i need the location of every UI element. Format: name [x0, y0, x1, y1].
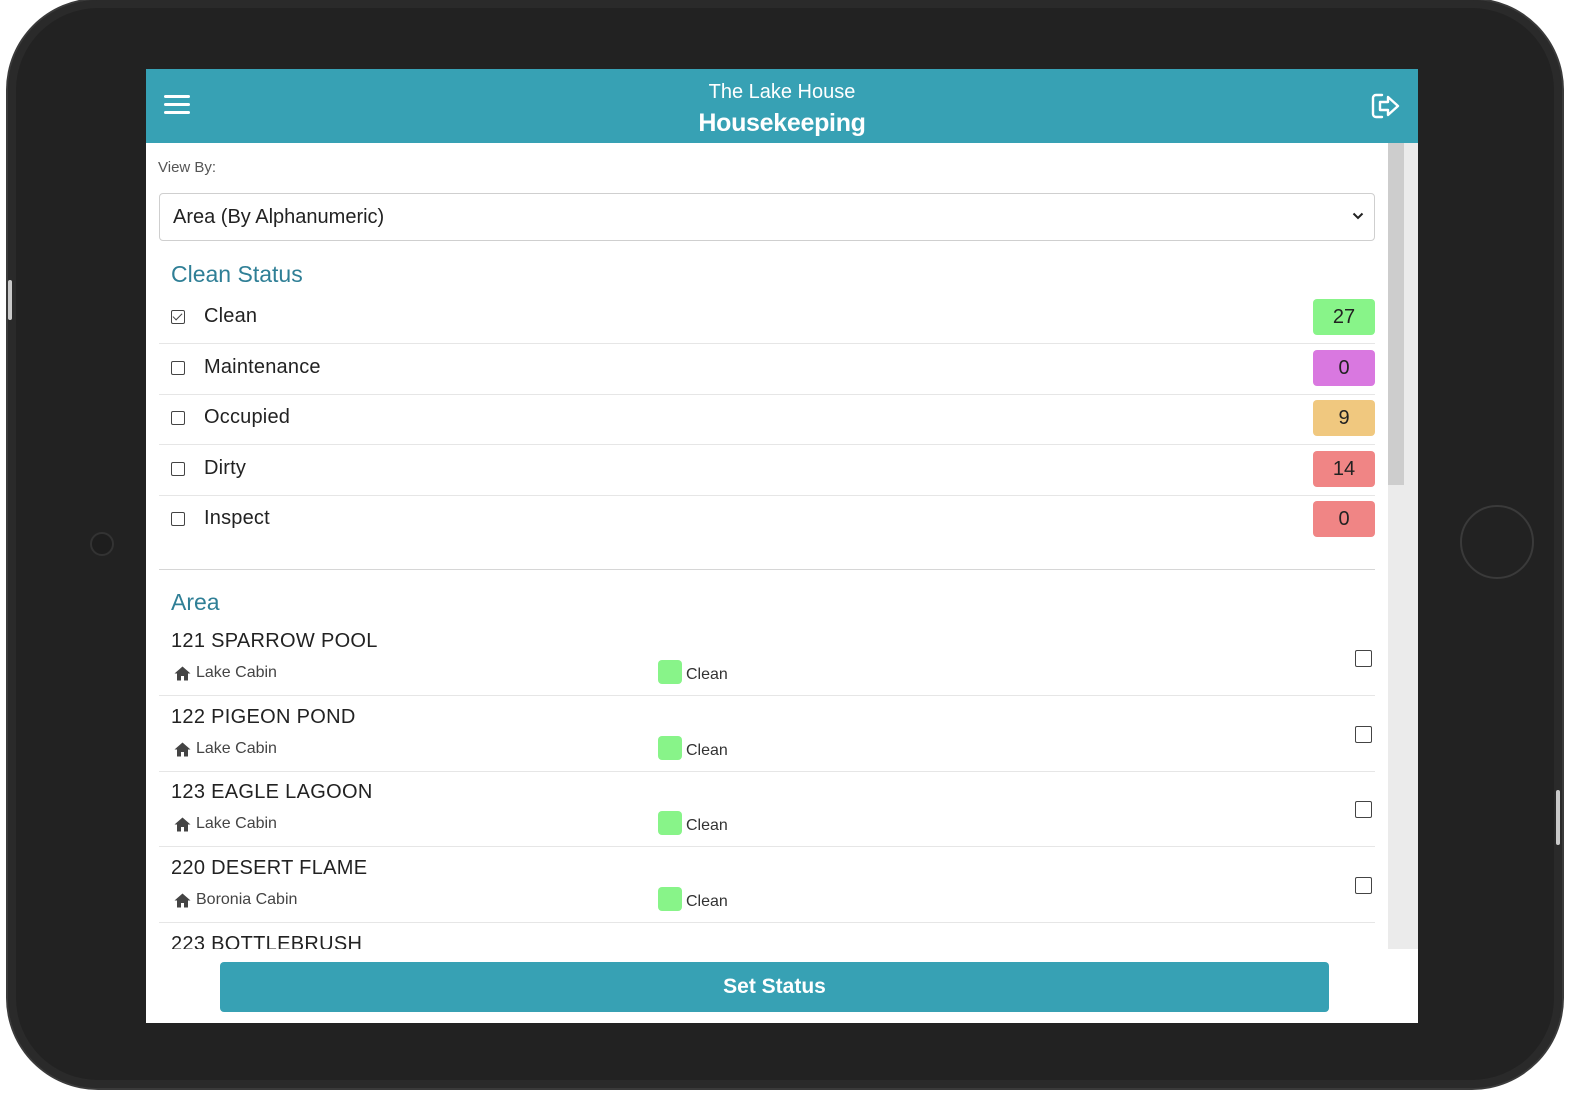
status-filter-maintenance[interactable]: Maintenance 0 — [159, 344, 1375, 395]
status-checkbox[interactable] — [171, 411, 185, 425]
scrollbar-thumb[interactable] — [1388, 143, 1404, 485]
status-filter-clean[interactable]: Clean 27 — [159, 293, 1375, 344]
view-by-selected-value: Area (By Alphanumeric) — [173, 206, 385, 228]
status-label: Dirty — [204, 457, 247, 479]
area-select-checkbox[interactable] — [1355, 877, 1372, 894]
status-filter-occupied[interactable]: Occupied 9 — [159, 394, 1375, 445]
top-bar: The Lake House Housekeeping — [146, 69, 1418, 143]
bottom-bar: Set Status — [146, 949, 1418, 1023]
power-button — [1556, 790, 1560, 845]
area-type: Lake Cabin — [196, 815, 277, 832]
area-name: 123 EAGLE LAGOON — [171, 781, 373, 803]
home-icon — [174, 742, 191, 757]
area-list-item[interactable]: 123 EAGLE LAGOON Lake Cabin Clean — [159, 771, 1375, 847]
section-divider — [159, 569, 1375, 570]
area-list-item[interactable]: 223 BOTTLEBRUSH — [159, 923, 1375, 949]
area-type: Lake Cabin — [196, 664, 277, 681]
app-screen: The Lake House Housekeeping View By: Are… — [146, 69, 1418, 1023]
area-select-checkbox[interactable] — [1355, 801, 1372, 818]
property-name: The Lake House — [708, 81, 856, 103]
area-name: 121 SPARROW POOL — [171, 630, 378, 652]
status-label: Maintenance — [204, 356, 321, 378]
chevron-down-icon — [1352, 212, 1364, 220]
area-select-checkbox[interactable] — [1355, 726, 1372, 743]
status-checkbox[interactable] — [171, 512, 185, 526]
home-button — [1460, 505, 1534, 579]
status-checkbox[interactable] — [171, 361, 185, 375]
main-content: View By: Area (By Alphanumeric) Clean St… — [146, 143, 1388, 949]
home-icon — [174, 893, 191, 908]
area-status: Clean — [686, 666, 728, 683]
status-checkbox[interactable] — [171, 462, 185, 476]
view-by-select[interactable]: Area (By Alphanumeric) — [159, 193, 1375, 241]
area-status: Clean — [686, 817, 728, 834]
area-name: 223 BOTTLEBRUSH — [171, 933, 363, 949]
status-count-badge: 0 — [1313, 350, 1375, 386]
status-checkbox[interactable] — [171, 310, 185, 324]
area-name: 220 DESERT FLAME — [171, 857, 368, 879]
home-icon — [174, 666, 191, 681]
status-filter-dirty[interactable]: Dirty 14 — [159, 445, 1375, 496]
area-status-indicator — [658, 736, 682, 760]
clean-status-title: Clean Status — [171, 261, 303, 287]
area-name: 122 PIGEON POND — [171, 706, 356, 728]
area-status-indicator — [658, 660, 682, 684]
status-label: Clean — [204, 305, 258, 327]
status-filter-inspect[interactable]: Inspect 0 — [159, 495, 1375, 545]
area-list-item[interactable]: 121 SPARROW POOL Lake Cabin Clean — [159, 620, 1375, 696]
camera-icon — [90, 532, 114, 556]
status-count-badge: 27 — [1313, 299, 1375, 335]
area-title: Area — [171, 589, 220, 615]
status-count-badge: 0 — [1313, 501, 1375, 537]
area-status: Clean — [686, 893, 728, 910]
area-type: Lake Cabin — [196, 740, 277, 757]
page-title: Housekeeping — [698, 109, 866, 137]
status-count-badge: 14 — [1313, 451, 1375, 487]
area-status-indicator — [658, 811, 682, 835]
area-status: Clean — [686, 742, 728, 759]
volume-button — [8, 280, 12, 320]
logout-icon[interactable] — [1370, 91, 1402, 121]
home-icon — [174, 817, 191, 832]
status-label: Occupied — [204, 406, 291, 428]
area-status-indicator — [658, 887, 682, 911]
status-count-badge: 9 — [1313, 400, 1375, 436]
area-type: Boronia Cabin — [196, 891, 298, 908]
area-select-checkbox[interactable] — [1355, 650, 1372, 667]
area-list-item[interactable]: 122 PIGEON POND Lake Cabin Clean — [159, 696, 1375, 772]
set-status-button[interactable]: Set Status — [220, 962, 1329, 1012]
status-label: Inspect — [204, 507, 270, 529]
view-by-label: View By: — [158, 159, 217, 176]
area-list-item[interactable]: 220 DESERT FLAME Boronia Cabin Clean — [159, 847, 1375, 923]
